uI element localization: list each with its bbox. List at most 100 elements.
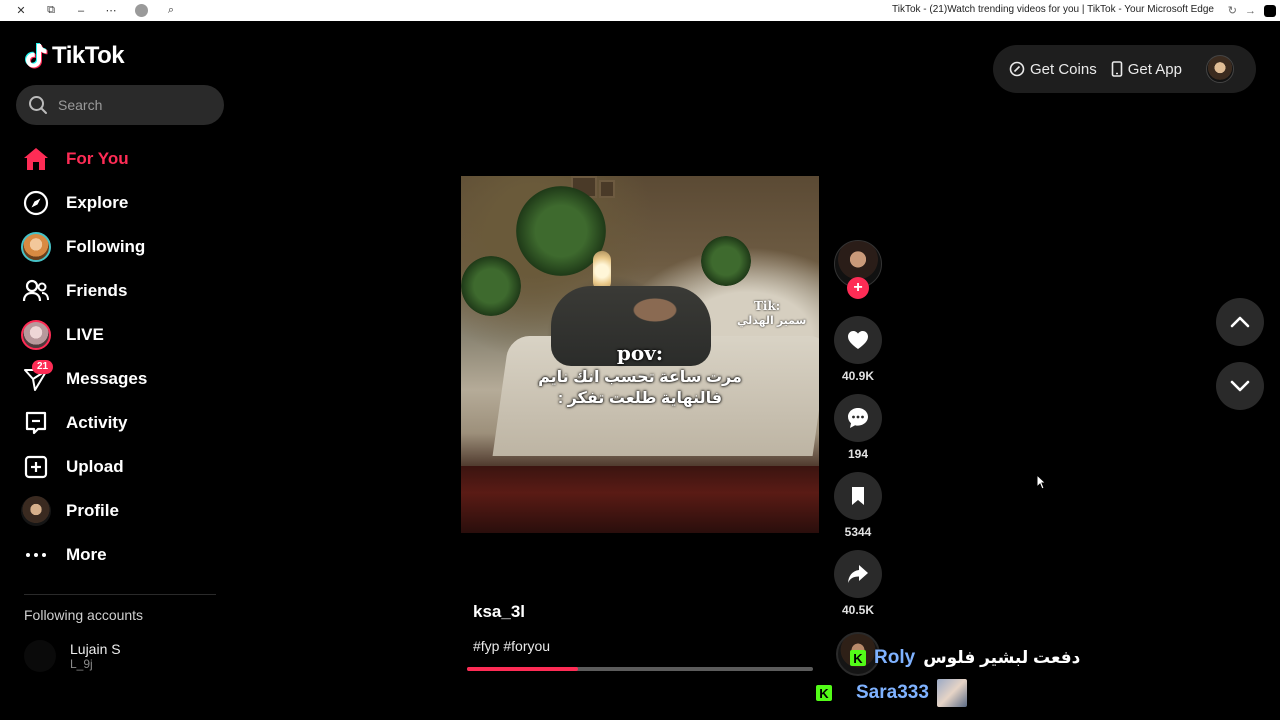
video-progress-fill bbox=[467, 667, 578, 671]
comment-count: 194 bbox=[847, 447, 869, 461]
phone-icon bbox=[1111, 61, 1123, 77]
sidebar-item-label: LIVE bbox=[66, 325, 104, 344]
sidebar-item-label: Upload bbox=[66, 457, 124, 476]
sidebar-item-label: Messages bbox=[66, 369, 148, 388]
overlay-message: دفعت لبشير فلوس bbox=[923, 648, 1081, 667]
sidebar-item-upload[interactable]: Upload bbox=[20, 445, 220, 489]
following-account-item[interactable]: Lujain S L_9j bbox=[24, 640, 121, 672]
video-overlay-tik: Tik: bbox=[754, 299, 781, 313]
search-icon bbox=[29, 96, 47, 114]
mouse-cursor-icon bbox=[1036, 474, 1046, 490]
comment-button[interactable] bbox=[834, 394, 882, 442]
site-favicon-icon bbox=[1264, 4, 1276, 17]
forward-icon[interactable]: → bbox=[1245, 5, 1256, 17]
refresh-icon[interactable]: ↻ bbox=[1228, 4, 1237, 17]
video-caption[interactable]: #fyp #foryou bbox=[473, 638, 550, 654]
upload-icon bbox=[20, 451, 52, 483]
sidebar-nav: For You Explore Following Friends LIVE 2… bbox=[20, 137, 220, 577]
rug-shape bbox=[461, 466, 819, 533]
save-button[interactable] bbox=[834, 472, 882, 520]
sidebar-item-profile[interactable]: Profile bbox=[20, 489, 220, 533]
minimize-icon[interactable]: – bbox=[66, 0, 96, 21]
sidebar-item-activity[interactable]: Activity bbox=[20, 401, 220, 445]
chevron-up-icon bbox=[1230, 316, 1250, 328]
share-count: 40.5K bbox=[841, 603, 875, 617]
sidebar-item-live[interactable]: LIVE bbox=[20, 313, 220, 357]
coin-icon bbox=[1009, 61, 1025, 77]
stream-overlay-row: K Sara333 bbox=[816, 679, 967, 707]
sidebar-divider bbox=[24, 594, 216, 595]
sidebar-item-label: Activity bbox=[66, 413, 128, 432]
user-avatar[interactable] bbox=[1205, 55, 1234, 83]
more-icon bbox=[20, 539, 52, 571]
overlay-thumbnail bbox=[936, 679, 967, 707]
sidebar-item-for-you[interactable]: For You bbox=[20, 137, 220, 181]
live-avatar-icon bbox=[20, 319, 52, 351]
sidebar-item-messages[interactable]: 21 Messages bbox=[20, 357, 220, 401]
restore-icon[interactable]: ⧉ bbox=[36, 0, 66, 21]
save-action: 5344 bbox=[834, 472, 882, 539]
sidebar-item-following[interactable]: Following bbox=[20, 225, 220, 269]
account-handle: L_9j bbox=[70, 657, 93, 671]
previous-video-button[interactable] bbox=[1216, 298, 1264, 346]
save-count: 5344 bbox=[844, 525, 872, 539]
share-action: 40.5K bbox=[834, 550, 882, 617]
sidebar-item-label: Following bbox=[66, 237, 146, 256]
follow-plus-button[interactable]: + bbox=[847, 277, 869, 299]
like-action: 40.9K bbox=[834, 316, 882, 383]
get-app-button[interactable]: Get App bbox=[1111, 61, 1182, 78]
messages-badge: 21 bbox=[32, 360, 54, 374]
avatar bbox=[24, 640, 56, 672]
stream-overlay-row: K Roly دفعت لبشير فلوس bbox=[850, 647, 1080, 669]
share-icon bbox=[848, 565, 868, 583]
account-name: Lujain S bbox=[70, 641, 121, 657]
next-video-button[interactable] bbox=[1216, 362, 1264, 410]
browser-profile-icon[interactable] bbox=[126, 0, 156, 21]
get-coins-button[interactable]: Get Coins bbox=[1009, 61, 1097, 78]
video-overlay-name: سمير الهذلي bbox=[737, 315, 807, 327]
video-overlay-line1: مرت ساعة تحسب انك نايم bbox=[538, 369, 742, 386]
get-coins-label: Get Coins bbox=[1030, 60, 1097, 78]
home-icon bbox=[20, 143, 52, 175]
more-options-icon[interactable]: ⋯ bbox=[96, 0, 126, 21]
plant-shape bbox=[461, 256, 521, 316]
sidebar-item-explore[interactable]: Explore bbox=[20, 181, 220, 225]
browser-titlebar: ✕ ⧉ – ⋯ ⌕ TikTok - (21)Watch trending vi… bbox=[0, 0, 1280, 21]
following-avatar-icon bbox=[20, 231, 52, 263]
sidebar-item-friends[interactable]: Friends bbox=[20, 269, 220, 313]
sidebar-item-label: For You bbox=[66, 149, 129, 168]
zoom-icon[interactable]: ⌕ bbox=[156, 0, 186, 21]
video-progress-bar[interactable] bbox=[467, 667, 813, 671]
comment-action: 194 bbox=[834, 394, 882, 461]
plant-shape bbox=[701, 236, 751, 286]
following-accounts-title: Following accounts bbox=[24, 607, 144, 623]
lamp-shape bbox=[593, 251, 611, 291]
sidebar-item-label: Profile bbox=[66, 501, 119, 520]
share-button[interactable] bbox=[834, 550, 882, 598]
comment-icon bbox=[848, 408, 868, 428]
chevron-down-icon bbox=[1230, 380, 1250, 392]
tiktok-logo[interactable]: TikTok bbox=[24, 42, 125, 70]
overlay-username: Sara333 bbox=[856, 682, 929, 703]
friends-icon bbox=[20, 275, 52, 307]
profile-avatar-icon bbox=[20, 495, 52, 527]
search-box[interactable] bbox=[16, 85, 224, 125]
activity-icon bbox=[20, 407, 52, 439]
sidebar-item-label: Explore bbox=[66, 193, 129, 212]
overlay-username: Roly bbox=[874, 647, 916, 668]
video-overlay-pov: pov: bbox=[616, 341, 664, 365]
sidebar-item-more[interactable]: More bbox=[20, 533, 220, 577]
kick-icon: K bbox=[850, 650, 866, 666]
like-button[interactable] bbox=[834, 316, 882, 364]
search-input[interactable] bbox=[58, 97, 208, 113]
tiktok-note-icon bbox=[25, 43, 48, 69]
video-author[interactable]: ksa_3l bbox=[473, 602, 525, 622]
get-app-label: Get App bbox=[1127, 60, 1182, 78]
browser-title: TikTok - (21)Watch trending videos for y… bbox=[892, 4, 1214, 15]
kick-icon: K bbox=[816, 685, 832, 701]
video-overlay-line2: فالنهاية طلعت تفكر : bbox=[557, 390, 723, 407]
compass-icon bbox=[20, 187, 52, 219]
close-icon[interactable]: ✕ bbox=[6, 0, 36, 21]
heart-icon bbox=[848, 331, 868, 349]
video-player[interactable]: Tik: سمير الهذلي pov: مرت ساعة تحسب انك … bbox=[461, 176, 819, 533]
